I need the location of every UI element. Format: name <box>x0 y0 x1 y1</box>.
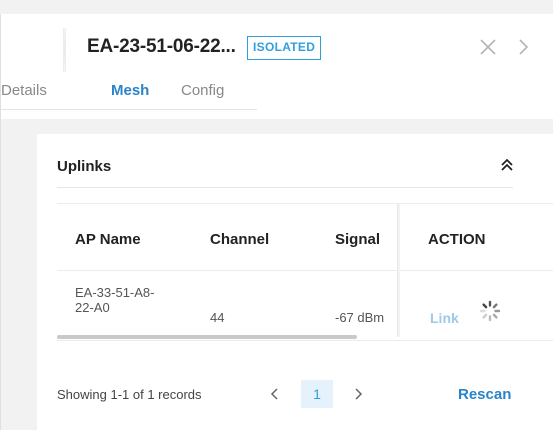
status-badge: ISOLATED <box>247 36 322 60</box>
divider <box>57 187 513 188</box>
channel-cell: 44 <box>210 310 225 325</box>
column-header-channel[interactable]: Channel <box>210 231 269 248</box>
tab-details[interactable]: Details <box>1 82 47 99</box>
link-button[interactable]: Link <box>430 310 459 326</box>
device-thumbnail <box>59 28 71 72</box>
uplinks-table: AP Name Channel Signal ACTION EA-33-51-A… <box>57 203 553 341</box>
signal-cell: -67 dBm <box>335 310 385 325</box>
page-number-button[interactable]: 1 <box>301 380 333 408</box>
tab-config[interactable]: Config <box>181 82 224 99</box>
detail-tabs: Details Mesh Config <box>1 82 257 110</box>
uplinks-title: Uplinks <box>57 158 112 175</box>
divider <box>57 270 553 271</box>
double-chevron-up-icon[interactable] <box>499 156 515 174</box>
device-name: EA-23-51-06-22... <box>87 36 236 57</box>
close-icon[interactable] <box>478 37 498 57</box>
device-detail-panel: EA-23-51-06-22... ISOLATED Details Mesh … <box>0 14 553 430</box>
uplinks-card: Uplinks AP Name Channel Signal ACTION EA… <box>37 134 553 430</box>
rescan-button[interactable]: Rescan <box>458 386 511 403</box>
column-header-action: ACTION <box>428 231 486 248</box>
ap-name-line-1: EA-33-51-A8- <box>75 285 155 300</box>
chevron-right-icon[interactable] <box>516 37 530 57</box>
fixed-column-shadow <box>397 203 400 337</box>
tab-mesh[interactable]: Mesh <box>111 82 149 99</box>
divider <box>57 340 553 341</box>
spinner-icon <box>478 299 502 323</box>
ap-name-line-2: 22-A0 <box>75 300 110 315</box>
previous-page-button[interactable] <box>262 380 288 408</box>
panel-header: EA-23-51-06-22... ISOLATED Details Mesh … <box>1 14 553 119</box>
column-header-ap-name[interactable]: AP Name <box>75 231 141 248</box>
next-page-button[interactable] <box>345 380 371 408</box>
divider <box>57 203 553 204</box>
horizontal-scrollbar[interactable] <box>57 335 357 339</box>
records-count: Showing 1-1 of 1 records <box>57 387 202 402</box>
column-header-signal[interactable]: Signal <box>335 231 380 248</box>
